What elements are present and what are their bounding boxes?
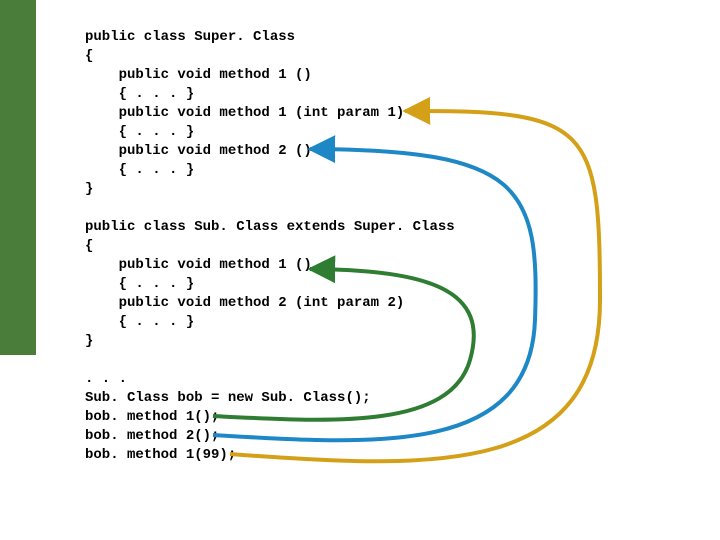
code-block: public class Super. Class { public void … xyxy=(85,28,455,465)
code-line: public class Super. Class xyxy=(85,29,295,45)
code-line: { . . . } xyxy=(85,86,194,102)
code-line: public void method 1 () xyxy=(85,67,312,83)
code-line: bob. method 1(); xyxy=(85,409,219,425)
code-line: public void method 2 (int param 2) xyxy=(85,295,404,311)
code-line: { . . . } xyxy=(85,276,194,292)
code-line: public void method 1 (int param 1) xyxy=(85,105,404,121)
side-accent-bar xyxy=(0,0,36,355)
code-line: public void method 2 () xyxy=(85,143,312,159)
code-line: bob. method 1(99); xyxy=(85,447,236,463)
code-line: { xyxy=(85,48,93,64)
code-line: public void method 1 () xyxy=(85,257,312,273)
code-line: } xyxy=(85,333,93,349)
code-line: { xyxy=(85,238,93,254)
code-line: public class Sub. Class extends Super. C… xyxy=(85,219,455,235)
code-line: bob. method 2(); xyxy=(85,428,219,444)
code-line: . . . xyxy=(85,371,127,387)
code-line: { . . . } xyxy=(85,314,194,330)
code-line: } xyxy=(85,181,93,197)
code-line: Sub. Class bob = new Sub. Class(); xyxy=(85,390,371,406)
code-line: { . . . } xyxy=(85,162,194,178)
code-line: { . . . } xyxy=(85,124,194,140)
